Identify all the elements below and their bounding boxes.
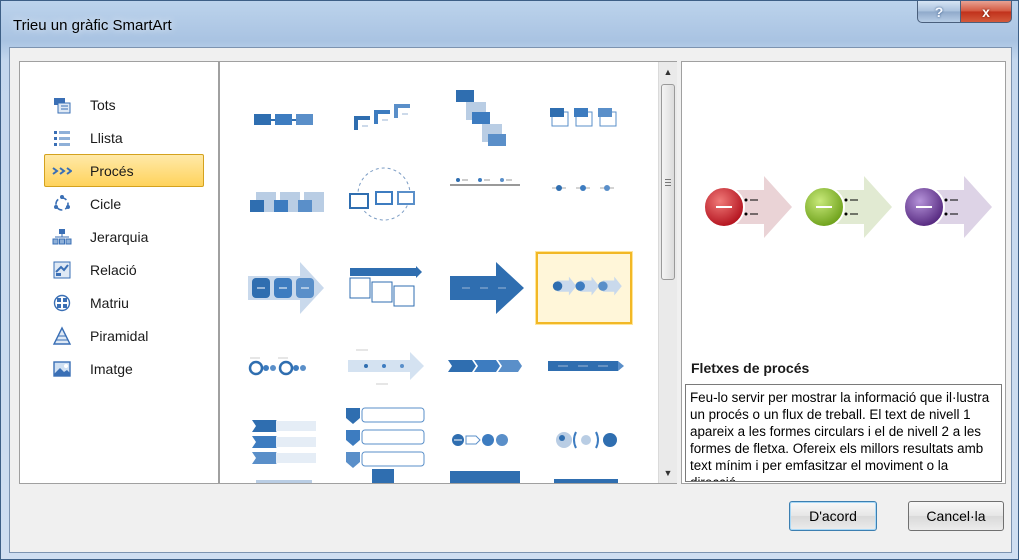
layout-thumbnail[interactable] [436,332,532,404]
scroll-down-icon[interactable]: ▼ [662,467,674,479]
picture-icon [53,360,71,377]
list-icon [54,130,70,146]
gallery-scrollbar[interactable]: ▲ ▼ [658,62,677,483]
scroll-up-icon[interactable]: ▲ [662,66,674,78]
category-item-jerarquia[interactable]: Jerarquia [44,220,204,253]
layout-thumbnail-selected[interactable] [535,251,633,325]
layout-thumbnail[interactable] [436,468,532,483]
cycle-icon [54,194,70,211]
layout-thumbnail[interactable] [236,332,332,404]
window-title: Trieu un gràfic SmartArt [13,17,172,34]
layout-thumbnail[interactable] [236,252,332,324]
preview-panel: Fletxes de procés Feu-lo servir per most… [681,61,1006,484]
help-button[interactable]: ? [917,1,961,23]
category-label: Cicle [90,195,122,212]
hierarchy-icon [52,228,72,244]
category-label: Imatge [90,360,133,377]
category-item-proces[interactable]: Procés [44,154,204,187]
process-icon [52,166,72,175]
layout-thumbnail[interactable] [536,476,632,483]
preview-description: Feu-lo servir per mostrar la informació … [685,384,1002,482]
layout-thumbnail[interactable] [336,466,432,483]
category-label: Jerarquia [90,228,149,245]
category-item-piramidal[interactable]: Piramidal [44,319,204,352]
category-label: Tots [90,96,116,113]
layout-thumbnail[interactable] [436,162,532,234]
title-bar[interactable]: Trieu un gràfic SmartArt ? x [1,1,1018,47]
layout-thumbnail[interactable] [336,252,432,324]
category-label: Relació [90,261,137,278]
layout-thumbnail[interactable] [536,84,632,156]
layout-thumbnail[interactable] [336,332,432,404]
preview-graphic [703,176,992,238]
category-item-relacio[interactable]: Relació [44,253,204,286]
category-label: Piramidal [90,327,149,344]
layout-thumbnail[interactable] [436,84,532,156]
layout-thumbnail[interactable] [536,162,632,234]
close-button[interactable]: x [960,1,1012,23]
category-item-llista[interactable]: Llista [44,121,204,154]
preview-title: Fletxes de procés [691,360,810,376]
ok-button[interactable]: D'acord [789,501,877,531]
category-item-matriu[interactable]: Matriu [44,286,204,319]
layout-thumbnail[interactable] [436,252,532,324]
layout-thumbnail[interactable] [236,84,332,156]
layout-thumbnail[interactable] [236,162,332,234]
layout-thumbnail[interactable] [336,162,432,234]
relationship-icon [53,261,71,278]
layout-thumbnail[interactable] [536,332,632,404]
layout-gallery: ▲ ▼ [219,61,677,484]
category-label: Llista [90,129,123,146]
category-item-cicle[interactable]: Cicle [44,187,204,220]
category-list: Tots Llista Procés Cicle Jerarquia Relac… [19,61,219,484]
matrix-icon [53,294,71,311]
smartart-dialog: Trieu un gràfic SmartArt ? x Tots Llista [0,0,1019,560]
category-item-imatge[interactable]: Imatge [44,352,204,385]
category-label: Matriu [90,294,129,311]
layout-thumbnail[interactable] [436,404,532,476]
layout-thumbnail[interactable] [236,480,332,483]
all-icon [54,97,71,113]
layout-thumbnail[interactable] [336,84,432,156]
pyramid-icon [52,325,72,345]
scrollbar-thumb[interactable] [661,84,675,280]
category-label: Procés [90,162,134,179]
dialog-body: Tots Llista Procés Cicle Jerarquia Relac… [9,47,1012,553]
layout-thumbnail[interactable] [236,404,332,476]
category-item-tots[interactable]: Tots [44,88,204,121]
cancel-button[interactable]: Cancel·la [908,501,1004,531]
layout-thumbnail[interactable] [536,404,632,476]
